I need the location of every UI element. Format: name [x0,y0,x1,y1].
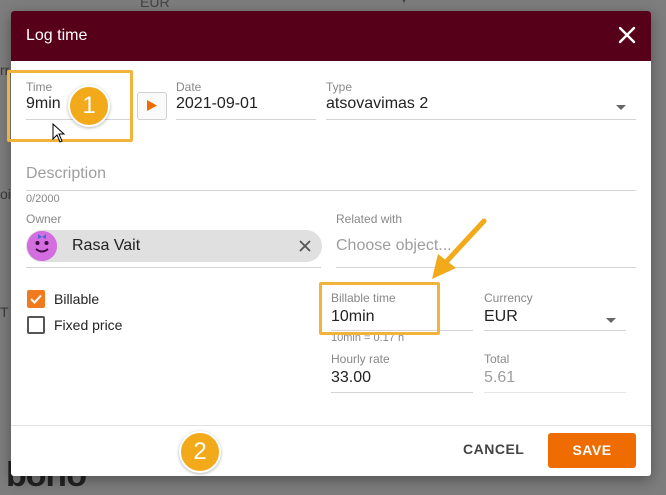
dialog-title: Log time [26,27,88,44]
description-underline [26,190,636,191]
type-underline [326,119,636,120]
type-select[interactable]: atsovavimas 2 [326,95,428,113]
related-underline [336,267,636,268]
chevron-down-icon[interactable] [616,105,626,110]
description-input[interactable]: Description [26,165,106,183]
description-counter: 0/2000 [26,193,60,205]
mouse-cursor-icon [52,123,66,143]
owner-underline [26,267,321,268]
type-label: Type [326,80,353,94]
start-timer-button[interactable] [137,92,167,120]
footer-divider [11,425,651,426]
total-underline [484,392,626,393]
billable-time-highlight-box [319,282,440,335]
fixed-price-label[interactable]: Fixed price [54,317,122,333]
dialog-header: Log time [11,11,651,61]
play-icon [147,100,157,111]
step-badge-1: 1 [68,85,110,127]
currency-label: Currency [484,291,533,305]
date-input[interactable]: 2021-09-01 [176,95,258,113]
owner-label: Owner [26,212,62,226]
save-button[interactable]: SAVE [548,433,636,468]
hourly-rate-input[interactable]: 33.00 [331,369,371,387]
currency-select[interactable]: EUR [484,308,518,326]
related-label: Related with [336,212,403,226]
currency-underline [484,330,626,331]
background-chevron-icon: ▼ [398,0,410,6]
remove-owner-icon[interactable] [297,238,313,254]
avatar [27,231,57,261]
background-text: oi [0,186,11,202]
fixed-price-checkbox[interactable] [27,316,45,334]
step-badge-2: 2 [179,431,221,473]
avatar-face-icon [27,231,57,261]
related-input[interactable]: Choose object... [336,237,452,255]
owner-name: Rasa Vait [72,237,141,254]
date-label: Date [176,80,202,94]
close-icon[interactable] [615,23,639,47]
billable-label[interactable]: Billable [54,291,99,307]
date-underline [176,119,316,120]
owner-chip[interactable]: Rasa Vait [26,230,322,262]
billable-checkbox[interactable] [27,290,45,308]
chevron-down-icon[interactable] [606,318,616,323]
total-label: Total [484,352,510,366]
background-currency: EUR [140,0,170,10]
check-icon [30,294,42,304]
total-value: 5.61 [484,369,516,386]
hourly-rate-underline [331,392,473,393]
hourly-rate-label: Hourly rate [331,352,390,366]
background-text: T [0,304,9,320]
cancel-button[interactable]: CANCEL [463,441,524,457]
